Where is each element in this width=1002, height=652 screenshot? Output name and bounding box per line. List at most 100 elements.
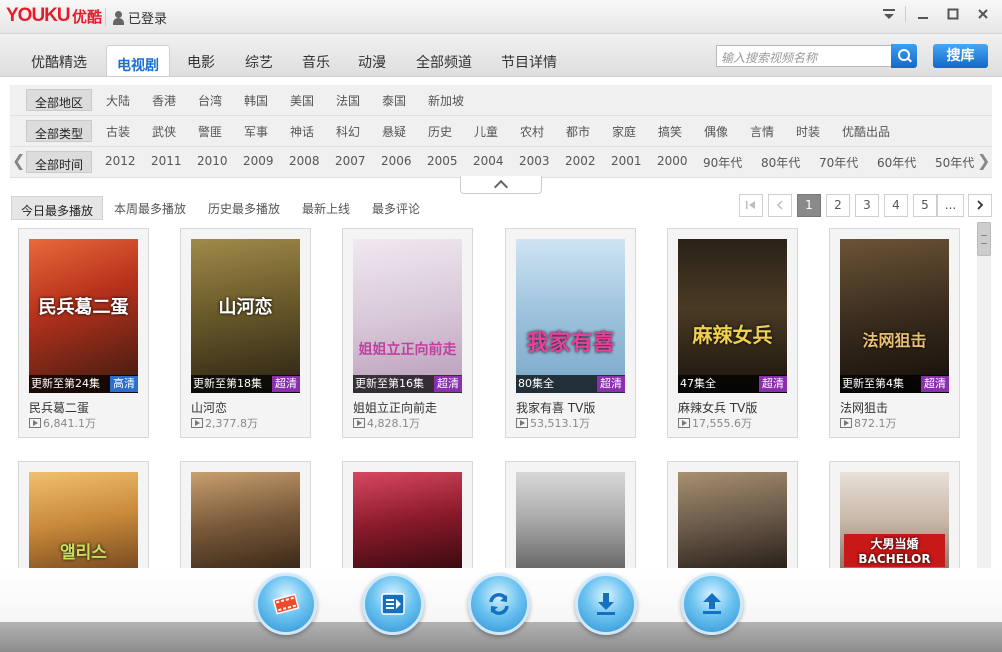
filter-genre[interactable]: 搞笑 (658, 123, 682, 140)
poster-image[interactable] (678, 472, 787, 569)
next-page-button[interactable] (968, 194, 992, 217)
filter-region[interactable]: 法国 (336, 92, 360, 109)
filter-genre[interactable]: 武侠 (152, 123, 176, 140)
page-button[interactable]: 5 (913, 194, 937, 217)
video-card[interactable] (505, 461, 636, 569)
filter-time[interactable]: 2006 (381, 154, 412, 168)
filter-region[interactable]: 泰国 (382, 92, 406, 109)
sort-week[interactable]: 本周最多播放 (114, 200, 186, 217)
first-page-button[interactable] (739, 194, 763, 217)
poster-image[interactable]: 法网狙击 更新至第4集 超清 (840, 239, 949, 393)
poster-image[interactable] (191, 472, 300, 569)
video-card[interactable]: 我家有喜 80集全 超清 我家有喜 TV版 53,513.1万 (505, 228, 636, 438)
poster-image[interactable]: 大男当婚 BACHELOR (840, 472, 949, 569)
video-card[interactable]: 民兵葛二蛋 更新至第24集 高清 民兵葛二蛋 6,841.1万 (18, 228, 149, 438)
chevron-left-icon[interactable]: ❮ (12, 151, 25, 170)
filter-time[interactable]: 2000 (657, 154, 688, 168)
tab-movies[interactable]: 电影 (187, 52, 215, 72)
card-title[interactable]: 民兵葛二蛋 (29, 399, 89, 416)
video-card[interactable] (667, 461, 798, 569)
filter-time[interactable]: 2010 (197, 154, 228, 168)
page-button[interactable]: 2 (826, 194, 850, 217)
filter-genre[interactable]: 家庭 (612, 123, 636, 140)
video-card[interactable] (180, 461, 311, 569)
poster-image[interactable]: 姐姐立正向前走 更新至第16集 超清 (353, 239, 462, 393)
maximize-icon[interactable] (941, 4, 965, 24)
poster-image[interactable]: 麻辣女兵 47集全 超清 (678, 239, 787, 393)
tab-anime[interactable]: 动漫 (358, 52, 386, 72)
filter-time[interactable]: 60年代 (877, 154, 916, 171)
scrollbar-thumb[interactable] (977, 222, 991, 256)
user-status[interactable]: 已登录 (112, 8, 167, 27)
tab-all-channels[interactable]: 全部频道 (416, 52, 472, 72)
filter-genre[interactable]: 儿童 (474, 123, 498, 140)
filter-time[interactable]: 2012 (105, 154, 136, 168)
video-card[interactable]: 山河恋 更新至第18集 超清 山河恋 2,377.8万 (180, 228, 311, 438)
collapse-filters-button[interactable] (460, 176, 542, 194)
sort-most-comments[interactable]: 最多评论 (372, 200, 420, 217)
video-card[interactable]: 姐姐立正向前走 更新至第16集 超清 姐姐立正向前走 4,828.1万 (342, 228, 473, 438)
minimize-icon[interactable] (911, 4, 935, 24)
filter-time[interactable]: 2004 (473, 154, 504, 168)
more-pages-button[interactable]: ... (937, 194, 964, 217)
film-button[interactable] (255, 573, 317, 635)
poster-image[interactable] (353, 472, 462, 569)
download-button[interactable] (575, 573, 637, 635)
filter-genre[interactable]: 偶像 (704, 123, 728, 140)
refresh-button[interactable] (468, 573, 530, 635)
filter-time[interactable]: 2008 (289, 154, 320, 168)
video-card[interactable]: 麻辣女兵 47集全 超清 麻辣女兵 TV版 17,555.6万 (667, 228, 798, 438)
filter-region[interactable]: 香港 (152, 92, 176, 109)
tab-tv-series[interactable]: 电视剧 (106, 45, 170, 76)
filter-time[interactable]: 2005 (427, 154, 458, 168)
poster-image[interactable]: 民兵葛二蛋 更新至第24集 高清 (29, 239, 138, 393)
menu-dropdown-icon[interactable] (877, 4, 901, 24)
card-title[interactable]: 山河恋 (191, 399, 227, 416)
filter-genre[interactable]: 科幻 (336, 123, 360, 140)
poster-image[interactable]: 我家有喜 80集全 超清 (516, 239, 625, 393)
filter-time[interactable]: 90年代 (703, 154, 742, 171)
video-card[interactable]: 앨리스 (18, 461, 149, 569)
filter-region[interactable]: 大陆 (106, 92, 130, 109)
prev-page-button[interactable] (768, 194, 792, 217)
poster-image[interactable]: 山河恋 更新至第18集 超清 (191, 239, 300, 393)
filter-time[interactable]: 50年代 (935, 154, 974, 171)
video-card[interactable]: 法网狙击 更新至第4集 超清 法网狙击 872.1万 (829, 228, 960, 438)
filter-time[interactable]: 2003 (519, 154, 550, 168)
filter-region[interactable]: 台湾 (198, 92, 222, 109)
filter-genre[interactable]: 悬疑 (382, 123, 406, 140)
filter-genre[interactable]: 警匪 (198, 123, 222, 140)
filter-time[interactable]: 2001 (611, 154, 642, 168)
video-card[interactable]: 大男当婚 BACHELOR (829, 461, 960, 569)
poster-image[interactable]: 앨리스 (29, 472, 138, 569)
filter-region[interactable]: 韩国 (244, 92, 268, 109)
page-button[interactable]: 3 (855, 194, 879, 217)
filter-genre[interactable]: 农村 (520, 123, 544, 140)
filter-region-all[interactable]: 全部地区 (26, 89, 93, 111)
tab-program-details[interactable]: 节目详情 (501, 52, 557, 72)
sort-alltime[interactable]: 历史最多播放 (208, 200, 280, 217)
close-icon[interactable] (971, 4, 995, 24)
tab-featured[interactable]: 优酷精选 (31, 52, 87, 72)
vertical-scrollbar[interactable] (977, 222, 991, 568)
chevron-right-icon[interactable]: ❯ (977, 151, 990, 170)
card-title[interactable]: 法网狙击 (840, 399, 888, 416)
filter-genre[interactable]: 军事 (244, 123, 268, 140)
poster-image[interactable] (516, 472, 625, 569)
filter-genre[interactable]: 古装 (106, 123, 130, 140)
filter-genre-all[interactable]: 全部类型 (26, 120, 93, 142)
video-card[interactable] (342, 461, 473, 569)
search-input[interactable]: 输入搜索视频名称 (716, 45, 892, 67)
filter-region[interactable]: 美国 (290, 92, 314, 109)
filter-time[interactable]: 2009 (243, 154, 274, 168)
playlist-button[interactable] (362, 573, 424, 635)
filter-time[interactable]: 2007 (335, 154, 366, 168)
filter-genre[interactable]: 言情 (750, 123, 774, 140)
upload-button[interactable] (681, 573, 743, 635)
page-button[interactable]: 4 (884, 194, 908, 217)
filter-time[interactable]: 2002 (565, 154, 596, 168)
filter-genre[interactable]: 历史 (428, 123, 452, 140)
filter-time[interactable]: 70年代 (819, 154, 858, 171)
sort-newest[interactable]: 最新上线 (302, 200, 350, 217)
filter-genre[interactable]: 时装 (796, 123, 820, 140)
